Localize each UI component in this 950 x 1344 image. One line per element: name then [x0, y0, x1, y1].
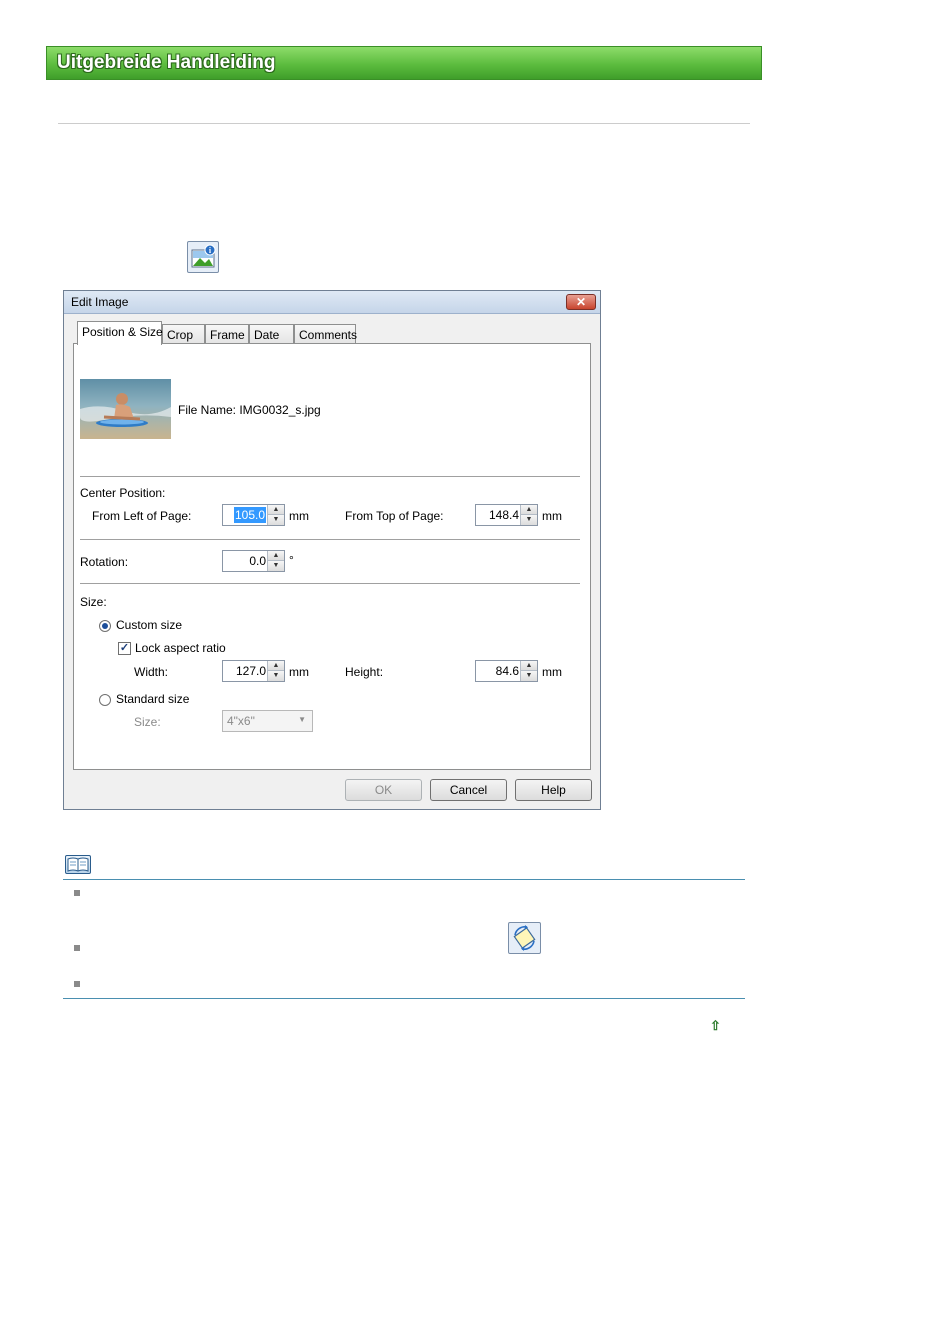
position-size-panel: File Name: IMG0032_s.jpg Center Position…	[73, 343, 591, 770]
spin-up-icon[interactable]: ▲	[268, 505, 284, 515]
tab-position-size[interactable]: Position & Size	[77, 321, 163, 345]
note-book-icon	[65, 855, 91, 874]
width-spinbox[interactable]: 127.0 ▲ ▼	[222, 660, 285, 682]
image-thumbnail	[80, 379, 171, 439]
height-unit: mm	[542, 665, 562, 679]
rotation-unit: °	[289, 553, 294, 567]
edit-image-dialog: Edit Image ✕ Position & Size Crop Frame …	[63, 290, 601, 810]
header-banner: Uitgebreide Handleiding	[46, 46, 762, 80]
standard-size-select[interactable]: 4"x6" ▼	[222, 710, 313, 732]
from-left-label: From Left of Page:	[92, 509, 192, 523]
from-top-spinbox[interactable]: 148.4 ▲ ▼	[475, 504, 538, 526]
chevron-down-icon: ▼	[298, 715, 306, 724]
height-spinner: ▲ ▼	[520, 661, 537, 681]
tab-frame[interactable]: Frame	[205, 324, 249, 344]
spin-up-icon[interactable]: ▲	[521, 505, 537, 515]
size-heading: Size:	[80, 595, 107, 609]
note-divider-bottom	[63, 998, 745, 999]
spin-down-icon[interactable]: ▼	[268, 671, 284, 681]
separator	[80, 476, 580, 478]
tab-crop[interactable]: Crop	[162, 324, 205, 344]
width-unit: mm	[289, 665, 309, 679]
custom-size-label[interactable]: Custom size	[116, 618, 182, 632]
rotation-spinner: ▲ ▼	[267, 551, 284, 571]
height-label: Height:	[345, 665, 384, 679]
spin-up-icon[interactable]: ▲	[268, 661, 284, 671]
standard-size-radio[interactable]	[99, 694, 111, 706]
spin-down-icon[interactable]: ▼	[521, 671, 537, 681]
help-button[interactable]: Help	[515, 779, 592, 801]
spin-down-icon[interactable]: ▼	[268, 561, 284, 571]
note-bullet	[74, 945, 80, 951]
standard-size-size-label: Size:	[134, 715, 161, 729]
rotation-input[interactable]: 0.0	[249, 554, 266, 568]
tab-comments[interactable]: Comments	[294, 324, 357, 344]
width-input[interactable]: 127.0	[236, 664, 266, 678]
from-left-spinner: ▲ ▼	[267, 505, 284, 525]
ok-button[interactable]: OK	[345, 779, 422, 801]
note-bullet	[74, 981, 80, 987]
note-divider-top	[63, 879, 745, 880]
height-spinbox[interactable]: 84.6 ▲ ▼	[475, 660, 538, 682]
lock-aspect-label[interactable]: Lock aspect ratio	[135, 641, 226, 655]
lock-aspect-checkbox[interactable]: ✓	[118, 642, 131, 655]
close-button[interactable]: ✕	[566, 294, 596, 310]
dialog-title: Edit Image	[71, 295, 129, 309]
tab-date[interactable]: Date	[249, 324, 294, 344]
separator	[80, 539, 580, 541]
manual-title: Uitgebreide Handleiding	[57, 52, 276, 73]
image-info-icon: i	[187, 241, 219, 273]
standard-size-value: 4"x6"	[227, 714, 255, 728]
spin-up-icon[interactable]: ▲	[521, 661, 537, 671]
width-label: Width:	[134, 665, 169, 679]
rotate-image-icon	[508, 922, 541, 954]
from-left-spinbox[interactable]: 105.0 ▲ ▼	[222, 504, 285, 526]
up-arrow-icon[interactable]: ⇧	[710, 1018, 721, 1034]
separator	[80, 583, 580, 585]
rotation-spinbox[interactable]: 0.0 ▲ ▼	[222, 550, 285, 572]
note-bullet	[74, 890, 80, 896]
from-top-label: From Top of Page:	[345, 509, 444, 523]
cancel-button[interactable]: Cancel	[430, 779, 507, 801]
rotation-label: Rotation:	[80, 555, 129, 569]
spin-down-icon[interactable]: ▼	[521, 515, 537, 525]
spin-down-icon[interactable]: ▼	[268, 515, 284, 525]
custom-size-radio[interactable]	[99, 620, 111, 632]
center-position-heading: Center Position:	[80, 486, 166, 500]
from-left-input[interactable]: 105.0	[233, 507, 266, 523]
width-spinner: ▲ ▼	[267, 661, 284, 681]
from-top-spinner: ▲ ▼	[520, 505, 537, 525]
spin-up-icon[interactable]: ▲	[268, 551, 284, 561]
dialog-titlebar[interactable]: Edit Image ✕	[64, 291, 600, 314]
from-top-input[interactable]: 148.4	[489, 508, 519, 522]
from-left-unit: mm	[289, 509, 309, 523]
header-divider	[58, 123, 750, 124]
from-top-unit: mm	[542, 509, 562, 523]
standard-size-label[interactable]: Standard size	[116, 692, 189, 706]
height-input[interactable]: 84.6	[496, 664, 519, 678]
file-name-label: File Name: IMG0032_s.jpg	[178, 403, 321, 417]
